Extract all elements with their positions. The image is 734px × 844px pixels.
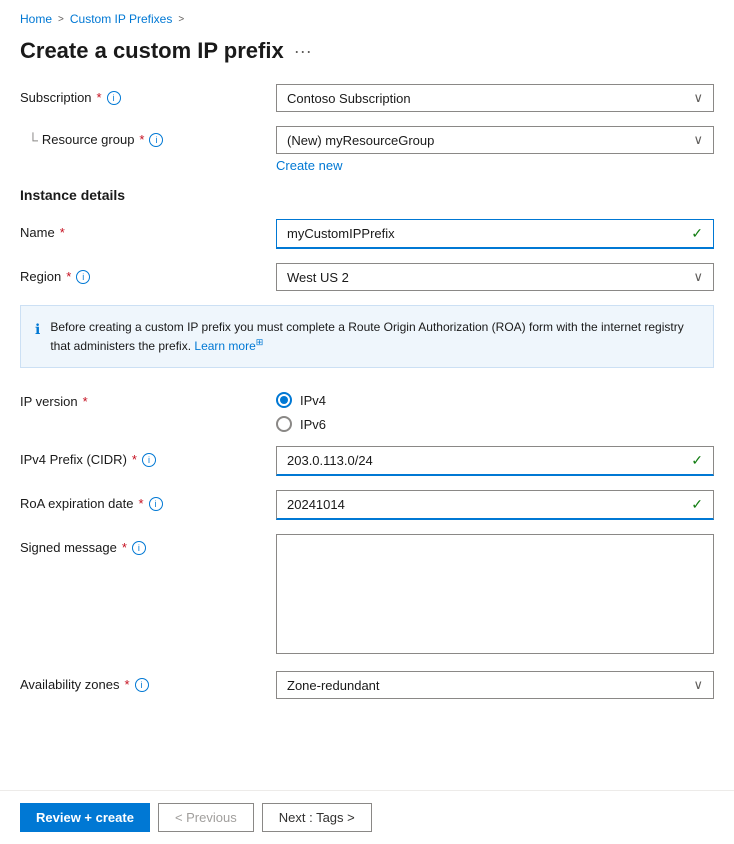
region-required: * [66,269,71,284]
roa-expiration-label: RoA expiration date * i [20,490,260,511]
roa-expiration-checkmark-icon: ✓ [691,496,703,513]
resource-group-row: └ Resource group * i (New) myResourceGro… [20,126,714,173]
availability-zones-value: Zone-redundant [287,678,380,693]
ipv4-prefix-control: 203.0.113.0/24 ✓ [276,446,714,476]
instance-details-title: Instance details [20,187,714,203]
name-row: Name * myCustomIPPrefix ✓ [20,219,714,249]
region-select[interactable]: West US 2 ∨ [276,263,714,291]
form-container: Subscription * i Contoso Subscription ∨ … [0,84,734,733]
signed-message-label: Signed message * i [20,534,260,555]
roa-expiration-input-display[interactable]: 20241014 ✓ [276,490,714,520]
breadcrumb-custom-ip[interactable]: Custom IP Prefixes [70,12,172,26]
subscription-row: Subscription * i Contoso Subscription ∨ [20,84,714,112]
ipv4-prefix-value: 203.0.113.0/24 [287,453,373,468]
name-label: Name * [20,219,260,240]
info-banner: ℹ Before creating a custom IP prefix you… [20,305,714,368]
ipv4-prefix-info-icon[interactable]: i [142,453,156,467]
ip-version-control: IPv4 IPv6 [276,388,714,432]
subscription-control: Contoso Subscription ∨ [276,84,714,112]
resource-group-value: (New) myResourceGroup [287,133,434,148]
name-required: * [60,225,65,240]
ipv4-label: IPv4 [300,393,326,408]
info-banner-text: Before creating a custom IP prefix you m… [50,318,699,355]
resource-group-required: * [139,132,144,147]
roa-expiration-row: RoA expiration date * i 20241014 ✓ [20,490,714,520]
ipv4-option[interactable]: IPv4 [276,392,714,408]
resource-group-info-icon[interactable]: i [149,133,163,147]
tree-prefix-icon: └ [20,126,42,148]
region-info-icon[interactable]: i [76,270,90,284]
region-value: West US 2 [287,270,349,285]
signed-message-textarea[interactable] [276,534,714,654]
name-value: myCustomIPPrefix [287,226,395,241]
resource-group-select[interactable]: (New) myResourceGroup ∨ [276,126,714,154]
info-banner-icon: ℹ [35,319,40,340]
breadcrumb-home[interactable]: Home [20,12,52,26]
ip-version-label: IP version * [20,388,260,409]
subscription-info-icon[interactable]: i [107,91,121,105]
next-button[interactable]: Next : Tags > [262,803,372,832]
ipv4-prefix-label: IPv4 Prefix (CIDR) * i [20,446,260,467]
region-row: Region * i West US 2 ∨ [20,263,714,291]
review-create-button[interactable]: Review + create [20,803,150,832]
name-control: myCustomIPPrefix ✓ [276,219,714,249]
ip-version-required: * [83,394,88,409]
page-options-button[interactable]: ··· [294,41,312,62]
page-title-area: Create a custom IP prefix ··· [0,34,734,84]
signed-message-required: * [122,540,127,555]
name-checkmark-icon: ✓ [691,225,703,242]
availability-zones-info-icon[interactable]: i [135,678,149,692]
name-input-display: myCustomIPPrefix ✓ [276,219,714,249]
breadcrumb: Home > Custom IP Prefixes > [0,0,734,34]
create-new-link[interactable]: Create new [276,158,714,173]
roa-expiration-info-icon[interactable]: i [149,497,163,511]
ext-link-icon: ⊞ [256,337,264,347]
availability-zones-select[interactable]: Zone-redundant ∨ [276,671,714,699]
region-label: Region * i [20,263,260,284]
ipv6-option[interactable]: IPv6 [276,416,714,432]
ip-version-radio-group: IPv4 IPv6 [276,388,714,432]
ipv4-prefix-input-display[interactable]: 203.0.113.0/24 ✓ [276,446,714,476]
bottom-bar: Review + create < Previous Next : Tags > [0,790,734,844]
subscription-required: * [97,90,102,105]
ipv6-label: IPv6 [300,417,326,432]
resource-group-chevron-icon: ∨ [693,132,703,148]
subscription-label: Subscription * i [20,84,260,105]
ipv4-prefix-row: IPv4 Prefix (CIDR) * i 203.0.113.0/24 ✓ [20,446,714,476]
signed-message-info-icon[interactable]: i [132,541,146,555]
availability-zones-row: Availability zones * i Zone-redundant ∨ [20,671,714,699]
roa-expiration-value: 20241014 [287,497,345,512]
ipv4-radio-circle[interactable] [276,392,292,408]
signed-message-control [276,534,714,657]
region-chevron-icon: ∨ [693,269,703,285]
ip-version-row: IP version * IPv4 IPv6 [20,388,714,432]
breadcrumb-separator-2: > [178,14,184,25]
roa-expiration-required: * [138,496,143,511]
ipv4-prefix-checkmark-icon: ✓ [691,452,703,469]
resource-group-control: (New) myResourceGroup ∨ Create new [276,126,714,173]
page-title: Create a custom IP prefix [20,38,284,64]
learn-more-link[interactable]: Learn more⊞ [194,339,263,353]
previous-button[interactable]: < Previous [158,803,254,832]
resource-group-label-area: └ Resource group * i [20,126,260,148]
roa-expiration-control: 20241014 ✓ [276,490,714,520]
availability-zones-control: Zone-redundant ∨ [276,671,714,699]
availability-zones-chevron-icon: ∨ [693,677,703,693]
breadcrumb-separator-1: > [58,14,64,25]
region-control: West US 2 ∨ [276,263,714,291]
resource-group-label: Resource group * i [42,126,282,147]
availability-zones-label: Availability zones * i [20,671,260,692]
availability-zones-required: * [124,677,129,692]
ipv4-prefix-required: * [132,452,137,467]
subscription-chevron-icon: ∨ [693,90,703,106]
signed-message-row: Signed message * i [20,534,714,657]
ipv6-radio-circle[interactable] [276,416,292,432]
subscription-select[interactable]: Contoso Subscription ∨ [276,84,714,112]
subscription-value: Contoso Subscription [287,91,411,106]
